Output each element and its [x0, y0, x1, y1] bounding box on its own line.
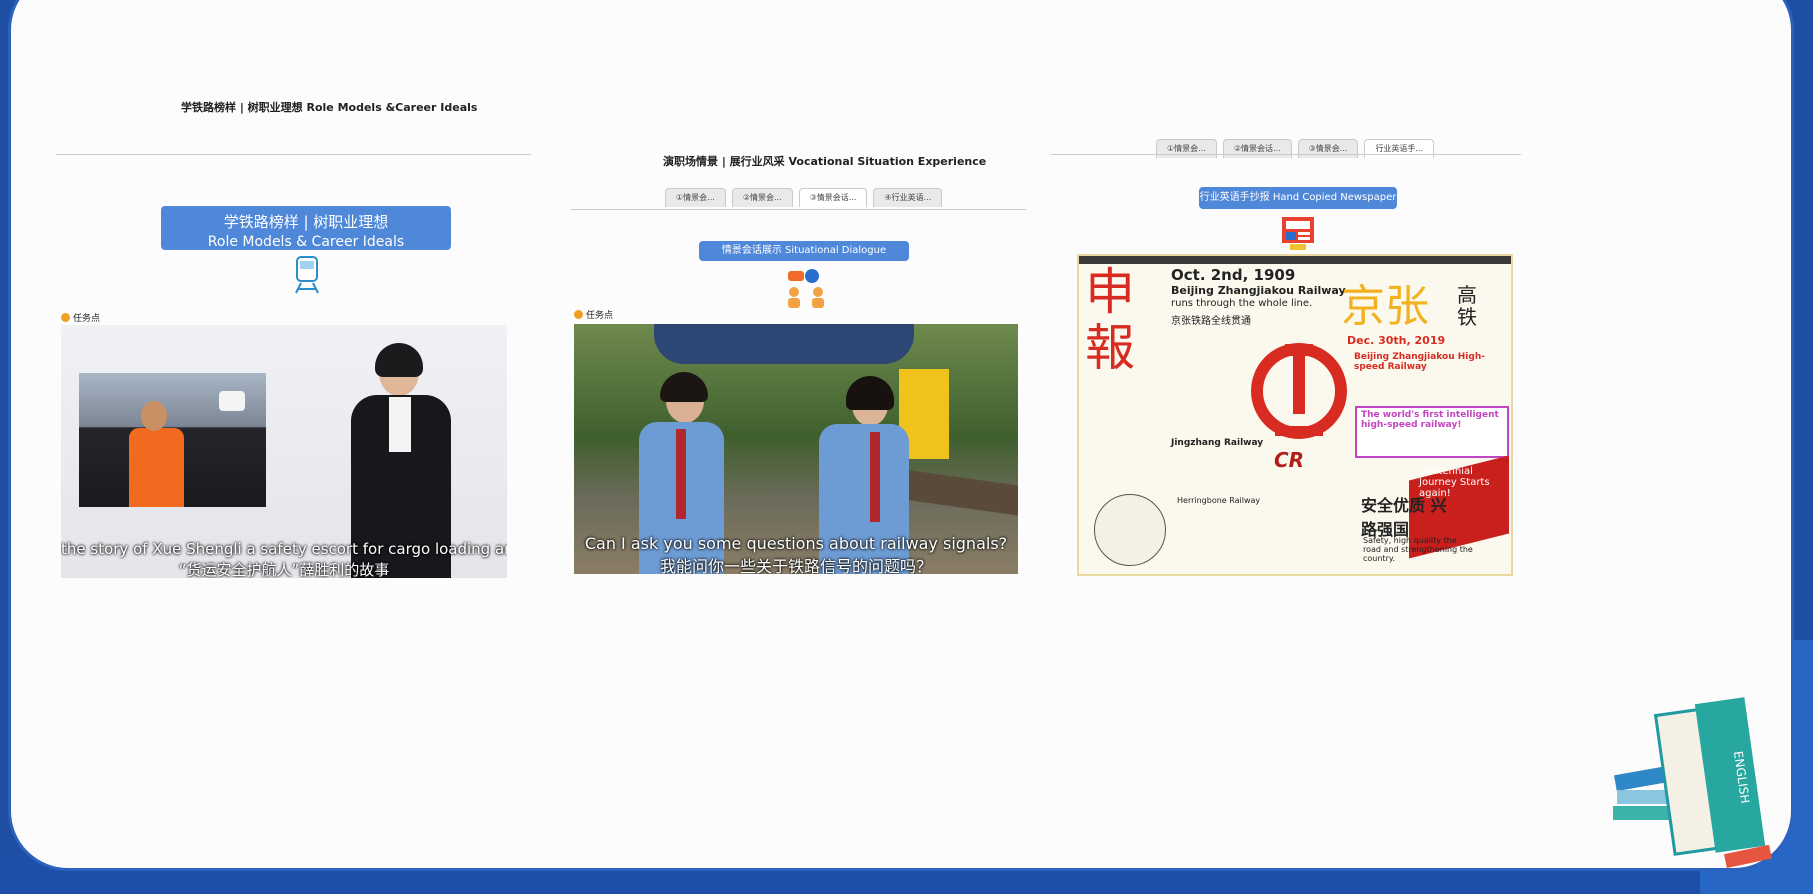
column2-tab-bar: ①情景会... ②情景会... ③情景会话... ④行业英语... — [665, 188, 943, 207]
pill-line-2: Role Models & Career Ideals — [207, 234, 405, 250]
column-situation: 演职场情景 | 展行业风采 Vocational Situation Exper… — [571, 0, 1071, 868]
task-point-2: 任务点 — [574, 308, 613, 321]
role-models-title: 学铁路榜样 | 树职业理想 Role Models & Career Ideal… — [161, 206, 451, 250]
newspaper-feature-box: The world's first intelligent high-speed… — [1355, 406, 1509, 458]
column1-header: 学铁路榜样 | 树职业理想 Role Models &Career Ideals — [181, 101, 478, 114]
task-dot-icon — [61, 313, 70, 322]
newspaper-big-title: 京张 — [1341, 281, 1429, 332]
video-role-models[interactable]: the story of Xue Shengli a safety escort… — [61, 325, 507, 578]
newspaper-date-2019: Dec. 30th, 2019 — [1347, 334, 1446, 347]
task-label: 任务点 — [73, 314, 101, 324]
column-role-models: 学铁路榜样 | 树职业理想 Role Models &Career Ideals… — [11, 0, 571, 868]
tab-dialogue-1[interactable]: ①情景会... — [1156, 139, 1217, 158]
newspaper-subline: runs through the whole line. — [1171, 298, 1313, 309]
task-dot-icon — [574, 310, 583, 319]
newspaper-jingzhang: Jingzhang Railway — [1171, 438, 1264, 448]
newspaper-slogan-en: Safety, high quality the road and streng… — [1363, 536, 1473, 563]
slide-frame: 学铁路榜样 | 树职业理想 Role Models &Career Ideals… — [8, 0, 1794, 871]
column1-divider — [56, 154, 531, 155]
column2-header: 演职场情景 | 展行业风采 Vocational Situation Exper… — [663, 155, 987, 168]
hand-copied-newspaper-title: 行业英语手抄报 Hand Copied Newspaper — [1199, 187, 1397, 209]
newspaper-headline-1909: Beijing Zhangjiakou Railway — [1171, 284, 1346, 297]
subtitle-chinese: 我能问你一些关于铁路信号的问题吗？ — [659, 557, 932, 574]
newspaper-portrait — [1094, 494, 1166, 566]
tab-industry-english[interactable]: 行业英语手... — [1364, 139, 1435, 158]
situational-dialogue-title: 情景会话展示 Situational Dialogue Performance — [699, 241, 909, 276]
tab-dialogue-2[interactable]: ②情景会话... — [1222, 139, 1292, 158]
tab-dialogue-2[interactable]: ②情景会... — [731, 188, 793, 207]
tab-industry-english[interactable]: ④行业英语... — [873, 188, 943, 207]
task-point-1: 任务点 — [61, 311, 100, 324]
newspaper-feature-title: The world's first intelligent high-speed… — [1361, 410, 1499, 430]
column3-tab-bar: ①情景会... ②情景会话... ③情景会... 行业英语手... — [1156, 139, 1435, 158]
books-illustration-icon: ENGLISH — [1613, 697, 1772, 869]
tab-dialogue-3[interactable]: ③情景会... — [1297, 139, 1359, 158]
task-label: 任务点 — [586, 311, 614, 321]
column2-divider — [571, 209, 1026, 210]
newspaper-side-title: 高铁 — [1457, 283, 1477, 329]
pill-line-1: 学铁路榜样 | 树职业理想 — [223, 213, 389, 231]
subtitle-english: Can I ask you some questions about railw… — [584, 534, 1008, 553]
subtitle-english: the story of Xue Shengli a safety escort… — [61, 540, 507, 558]
subtitle-chinese: “货运安全护航人”薛胜利的故事 — [178, 561, 390, 578]
newspaper-cn-line: 京张铁路全线贯通 — [1171, 316, 1251, 327]
newspaper-slogan-cn: 安全优质 兴路强国 — [1361, 496, 1447, 539]
column-newspaper: ①情景会... ②情景会话... ③情景会... 行业英语手... 行业英语手抄… — [1051, 0, 1531, 868]
newspaper-headline-2019: Beijing Zhangjiakou High-speed Railway — [1354, 352, 1485, 372]
tab-dialogue-3[interactable]: ③情景会话... — [798, 188, 868, 207]
newspaper-masthead: 申報 — [1085, 263, 1135, 377]
newspaper-date-1909: Oct. 2nd, 1909 — [1171, 266, 1296, 284]
dialogue-people-icon — [788, 269, 824, 308]
newspaper-image[interactable]: 申報 Oct. 2nd, 1909 Beijing Zhangjiakou Ra… — [1077, 254, 1513, 576]
tab-dialogue-1[interactable]: ①情景会... — [665, 188, 726, 207]
newspaper-herringbone: Herringbone Railway — [1177, 496, 1261, 505]
column3-divider — [1051, 154, 1521, 155]
video-dialogue[interactable]: Can I ask you some questions about railw… — [574, 324, 1018, 574]
inset-photo — [79, 373, 266, 507]
train-icon — [295, 256, 319, 294]
newspaper-cr-logo: CR — [1274, 448, 1305, 472]
newspaper-icon — [1282, 217, 1314, 250]
